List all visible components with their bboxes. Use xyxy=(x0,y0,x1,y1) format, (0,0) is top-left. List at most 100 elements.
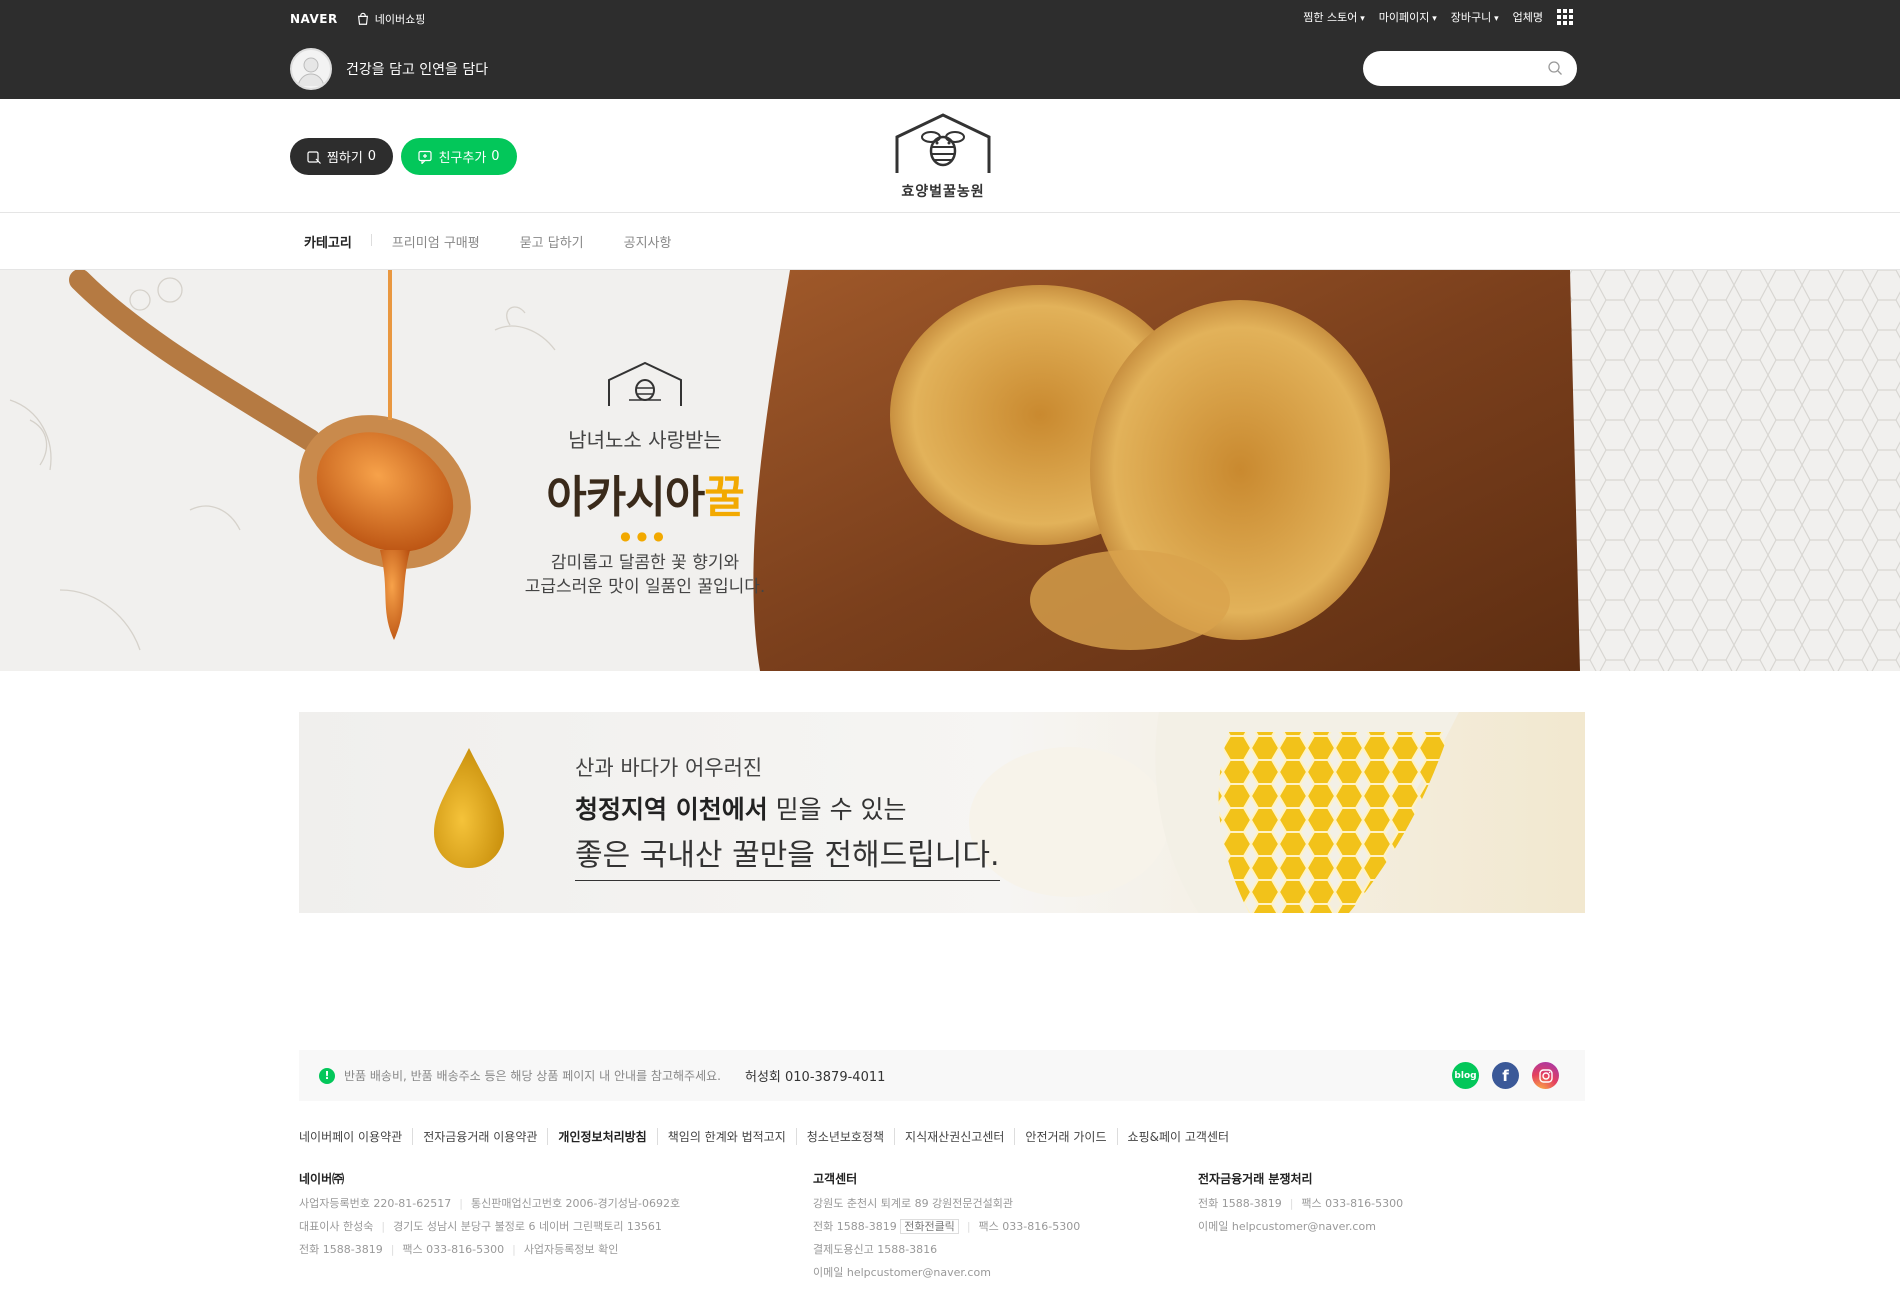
efin-contact-row: 전화 1588-3819 | 팩스 033-816-5300 xyxy=(1198,1192,1403,1215)
avatar[interactable] xyxy=(290,48,332,90)
top-bar: NAVER 네이버쇼핑 찜한 스토어 마이페이지 장바구니 업체명 건강을 담고… xyxy=(0,0,1900,99)
company-phone: 전화 1588-3819 xyxy=(299,1243,383,1256)
company-fax: 팩스 033-816-5300 xyxy=(402,1243,505,1256)
apps-grid-icon[interactable] xyxy=(1557,9,1573,25)
footer-customer-center: 고객센터 강원도 춘천시 퇴계로 89 강원전문건설회관 전화 1588-381… xyxy=(813,1168,1080,1284)
friend-count: 0 xyxy=(491,149,500,164)
chat-add-icon xyxy=(418,150,433,164)
decorative-dots: ●●● xyxy=(620,529,670,543)
hero-title: 아카시아꿀 xyxy=(520,461,770,525)
social-links: blog f xyxy=(1452,1062,1559,1089)
cs-fax: 팩스 033-816-5300 xyxy=(978,1220,1081,1233)
biz-number: 사업자등록번호 220-81-62517 xyxy=(299,1197,452,1210)
heart-store-icon xyxy=(307,150,321,164)
store-profile: 건강을 담고 인연을 담다 xyxy=(290,48,488,90)
top-bar-menu: 찜한 스토어 마이페이지 장바구니 업체명 xyxy=(1303,9,1573,25)
efin-fax: 팩스 033-816-5300 xyxy=(1301,1197,1404,1210)
menu-liked-stores[interactable]: 찜한 스토어 xyxy=(1303,9,1365,25)
mail-order-number: 통신판매업신고번호 2006-경기성남-0692호 xyxy=(470,1197,681,1210)
tab-qna[interactable]: 묻고 답하기 xyxy=(500,232,604,251)
seller-name: 허성회 xyxy=(744,1070,781,1085)
top-bar-left: NAVER 네이버쇼핑 xyxy=(290,11,425,27)
like-label: 찜하기 xyxy=(326,151,363,166)
cs-phone: 전화 1588-3819 xyxy=(813,1220,897,1233)
bee-house-small-icon xyxy=(608,361,682,406)
call-button[interactable]: 전화전클릭 xyxy=(900,1219,959,1234)
alert-icon: ! xyxy=(319,1067,335,1084)
efin-email[interactable]: 이메일 helpcustomer@naver.com xyxy=(1198,1215,1403,1238)
footer-efinance: 전자금융거래 분쟁처리 전화 1588-3819 | 팩스 033-816-5300… xyxy=(1198,1168,1403,1238)
promo-line2-bold: 청정지역 이천에서 xyxy=(575,795,768,824)
hero-background-image xyxy=(9,270,1900,671)
divider: | xyxy=(966,1220,971,1233)
hero-banner[interactable]: 남녀노소 사랑받는 아카시아꿀 ●●● 감미롭고 달콤한 꽃 향기와 고급스러운… xyxy=(0,270,1900,671)
hero-title-accent: 꿀 xyxy=(704,472,744,523)
footer-links: 네이버페이 이용약관 전자금융거래 이용약관 개인정보처리방침 책임의 한계와 … xyxy=(299,1128,1239,1145)
like-count: 0 xyxy=(367,149,377,164)
instagram-icon[interactable] xyxy=(1532,1062,1559,1089)
link-efinance-terms[interactable]: 전자금융거래 이용약관 xyxy=(412,1128,547,1145)
divider: | xyxy=(390,1243,395,1256)
promo-text-block: 산과 바다가 어우러진 청정지역 이천에서 믿을 수 있는 좋은 국내산 꿀만을… xyxy=(575,752,1000,881)
tab-notice[interactable]: 공지사항 xyxy=(604,232,692,251)
link-safe-trade[interactable]: 안전거래 가이드 xyxy=(1014,1128,1116,1145)
naver-logo[interactable]: NAVER xyxy=(290,12,338,26)
biz-info-check-link[interactable]: 사업자등록정보 확인 xyxy=(524,1243,619,1256)
footer-notice: ! 반품 배송비, 반품 배송주소 등은 해당 상품 페이지 내 안내를 참고해… xyxy=(299,1050,1585,1101)
category-nav: 카테고리 프리미엄 구매평 묻고 답하기 공지사항 xyxy=(0,213,1900,270)
search-input[interactable] xyxy=(1379,51,1549,86)
logo-text: 효양벌꿀농원 xyxy=(901,184,985,200)
divider: | xyxy=(512,1243,516,1256)
tab-premium-reviews[interactable]: 프리미엄 구매평 xyxy=(372,232,500,251)
notice-text: 반품 배송비, 반품 배송주소 등은 해당 상품 페이지 내 안내를 참고해주세… xyxy=(344,1069,721,1083)
promo-line3: 좋은 국내산 꿀만을 전해드립니다. xyxy=(575,830,1000,881)
menu-cart[interactable]: 장바구니 xyxy=(1451,9,1499,25)
link-youth-protection[interactable]: 청소년보호정책 xyxy=(795,1128,894,1145)
store-logo[interactable]: 효양벌꿀농원 xyxy=(893,113,993,200)
store-name[interactable]: 건강을 담고 인연을 담다 xyxy=(346,59,488,79)
blog-icon[interactable]: blog xyxy=(1452,1062,1479,1089)
user-avatar-icon xyxy=(297,57,325,86)
promo-line1: 산과 바다가 어우러진 xyxy=(575,756,763,780)
efin-phone: 전화 1588-3819 xyxy=(1198,1197,1282,1210)
naver-biz-row: 사업자등록번호 220-81-62517 | 통신판매업신고번호 2006-경기성남… xyxy=(299,1192,680,1215)
hero-desc-line2: 고급스러운 맛이 일품인 꿀입니다. xyxy=(524,577,766,597)
cs-dispute: 결제도용신고 1588-3816 xyxy=(813,1243,938,1256)
cs-address: 강원도 춘천시 퇴계로 89 강원전문건설회관 xyxy=(813,1197,1014,1210)
cs-phone-row: 전화 1588-3819 전화전클릭 | 팩스 033-816-5300 xyxy=(813,1215,1080,1238)
naver-ceo-row: 대표이사 한성숙 | 경기도 성남시 분당구 불정로 6 네이버 그린팩토리 135… xyxy=(299,1215,680,1238)
bee-house-logo-icon xyxy=(895,113,991,173)
menu-my-page[interactable]: 마이페이지 xyxy=(1379,9,1437,25)
hero-title-main: 아카시아 xyxy=(546,472,705,523)
naver-contact-row: 전화 1588-3819 | 팩스 033-816-5300 | 사업자등록정보 확인 xyxy=(299,1238,680,1261)
menu-company[interactable]: 업체명 xyxy=(1513,9,1543,25)
link-customer-center[interactable]: 쇼핑&페이 고객센터 xyxy=(1116,1128,1240,1145)
link-ip-report[interactable]: 지식재산권신고센터 xyxy=(894,1128,1014,1145)
company-address: 경기도 성남시 분당구 불정로 6 네이버 그린팩토리 13561 xyxy=(393,1220,662,1233)
efin-title: 전자금융거래 분쟁처리 xyxy=(1198,1172,1313,1186)
promo-banner[interactable]: 산과 바다가 어우러진 청정지역 이천에서 믿을 수 있는 좋은 국내산 꿀만을… xyxy=(299,712,1585,913)
facebook-icon[interactable]: f xyxy=(1492,1062,1519,1089)
cs-email[interactable]: 이메일 helpcustomer@naver.com xyxy=(813,1261,1080,1284)
footer-naver-info: 네이버㈜ 사업자등록번호 220-81-62517 | 통신판매업신고번호 2006… xyxy=(299,1168,680,1261)
cs-title: 고객센터 xyxy=(813,1172,858,1186)
naver-shopping-link[interactable]: 네이버쇼핑 xyxy=(356,11,425,27)
hero-subtitle: 남녀노소 사랑받는 xyxy=(568,428,722,452)
search-box xyxy=(1363,51,1577,86)
seller-contact: 허성회 010-3879-4011 xyxy=(745,1066,885,1085)
friend-label: 친구추가 xyxy=(438,151,487,166)
link-naverpay-terms[interactable]: 네이버페이 이용약관 xyxy=(299,1128,412,1145)
add-friend-button[interactable]: 친구추가 0 xyxy=(401,138,517,175)
tab-category[interactable]: 카테고리 xyxy=(290,232,372,251)
naver-company-title: 네이버㈜ xyxy=(299,1172,345,1186)
promo-line2: 청정지역 이천에서 믿을 수 있는 xyxy=(575,790,1000,826)
like-button[interactable]: 찜하기 0 xyxy=(290,138,393,175)
shopping-bag-icon xyxy=(357,12,368,25)
link-privacy-policy[interactable]: 개인정보처리방침 xyxy=(547,1128,656,1145)
hero-desc-line1: 감미롭고 달콤한 꽃 향기와 xyxy=(550,553,740,573)
store-header: 찜하기 0 친구추가 0 효양벌꿀농원 xyxy=(0,99,1900,213)
divider: | xyxy=(459,1197,463,1210)
search-icon[interactable] xyxy=(1547,60,1563,76)
divider: | xyxy=(1289,1197,1294,1210)
link-disclaimer[interactable]: 책임의 한계와 법적고지 xyxy=(656,1128,796,1145)
